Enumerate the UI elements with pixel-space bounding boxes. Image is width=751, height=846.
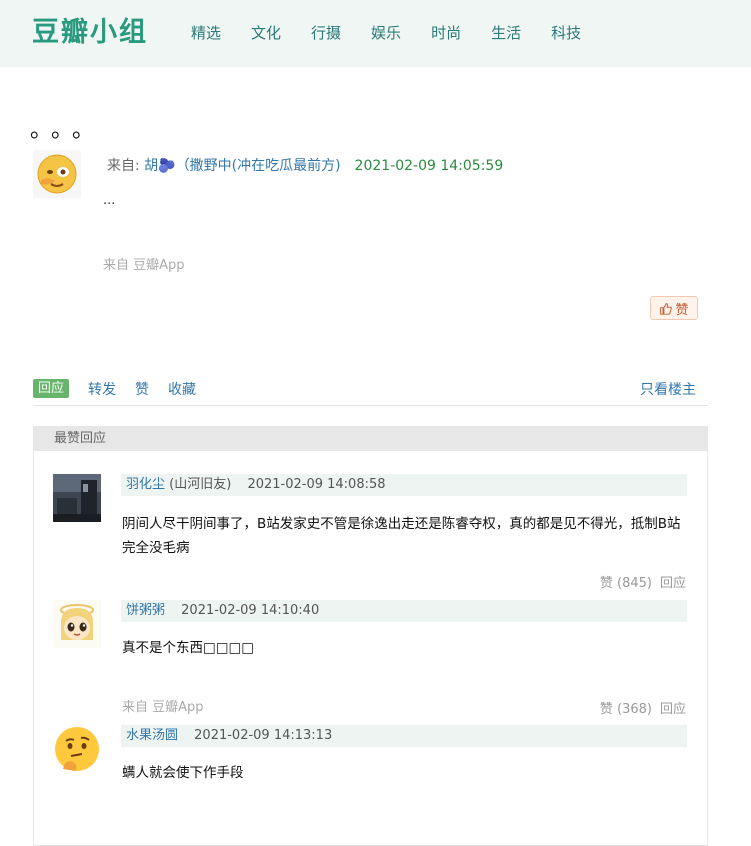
post-like-button[interactable]: 赞	[650, 296, 698, 320]
comment-like-button[interactable]: 赞 (368)	[600, 702, 652, 717]
comment-source: 来自 豆瓣App	[122, 700, 204, 715]
post-source: 来自 豆瓣App	[103, 258, 185, 273]
nav-item-selected[interactable]: 精选	[191, 22, 221, 43]
commenter-avatar[interactable]	[53, 600, 101, 648]
post-time: 2021-02-09 14:05:59	[354, 158, 504, 174]
thinking-emoji-avatar-icon	[53, 725, 101, 773]
commenter-location: (山河旧友)	[169, 477, 232, 492]
from-label: 来自:	[107, 158, 145, 174]
post-body: ...	[103, 193, 116, 208]
comment-footer: 赞 (368) 回应	[600, 698, 686, 717]
comment-meta: 羽化尘 (山河旧友) 2021-02-09 14:08:58	[121, 474, 687, 496]
photo-avatar-icon	[53, 474, 101, 522]
like-label: 赞	[675, 302, 689, 318]
reply-tab[interactable]: 回应	[33, 379, 70, 398]
top-comments-section: 最赞回应 羽化尘 (山河旧友) 2021-02-09 14:08:58 阴间人尽…	[33, 426, 708, 846]
comment-time: 2021-02-09 14:13:13	[194, 728, 333, 743]
comment-text: 真不是个东西□□□□	[122, 640, 255, 656]
main-nav: 精选 文化 行摄 娱乐 时尚 生活 科技	[191, 22, 611, 43]
op-only-link[interactable]: 只看楼主	[640, 379, 696, 399]
comment-meta: 饼粥粥 2021-02-09 14:10:40	[121, 600, 687, 622]
comment-text: 螨人就会使下作手段	[122, 765, 244, 781]
nav-item-travel[interactable]: 行摄	[311, 22, 341, 43]
thumbs-up-icon	[660, 302, 673, 315]
post-meta: 来自: 胡🫐（撒野中(冲在吃瓜最前方) 2021-02-09 14:05:59	[107, 155, 503, 175]
comment-meta: 水果汤圆 2021-02-09 14:13:13	[121, 725, 687, 747]
comment-like-button[interactable]: 赞 (845)	[600, 576, 652, 591]
nav-item-tech[interactable]: 科技	[551, 22, 581, 43]
post-title: 。。。	[30, 118, 105, 143]
emoji-avatar-icon	[33, 150, 81, 198]
comment-reply-button[interactable]: 回应	[660, 576, 686, 591]
collect-button[interactable]: 收藏	[168, 379, 196, 399]
top-bar: 豆瓣小组 精选 文化 行摄 娱乐 时尚 生活 科技	[0, 0, 751, 67]
nav-item-fashion[interactable]: 时尚	[431, 22, 461, 43]
like-action[interactable]: 赞	[135, 379, 149, 399]
cartoon-avatar-icon	[53, 600, 101, 648]
commenter-avatar[interactable]	[53, 474, 101, 522]
author-avatar[interactable]	[33, 150, 81, 198]
post-author-link[interactable]: 胡🫐（撒野中(冲在吃瓜最前方)	[144, 158, 340, 174]
comment-time: 2021-02-09 14:08:58	[247, 477, 386, 492]
nav-item-life[interactable]: 生活	[491, 22, 521, 43]
repost-button[interactable]: 转发	[88, 379, 116, 399]
post-action-bar: 回应 转发 赞 收藏 只看楼主	[33, 379, 708, 406]
commenter-name[interactable]: 水果汤圆	[126, 728, 178, 743]
nav-item-culture[interactable]: 文化	[251, 22, 281, 43]
comment-text: 阴间人尽干阴间事了，B站发家史不管是徐逸出走还是陈睿夺权，真的都是见不得光，抵制…	[122, 516, 681, 556]
commenter-name[interactable]: 羽化尘	[126, 477, 165, 492]
comment-footer: 赞 (845) 回应	[600, 572, 686, 591]
comment-reply-button[interactable]: 回应	[660, 702, 686, 717]
commenter-name[interactable]: 饼粥粥	[126, 603, 165, 618]
comment-time: 2021-02-09 14:10:40	[181, 603, 320, 618]
commenter-avatar[interactable]	[53, 725, 101, 773]
comments-header: 最赞回应	[34, 427, 707, 451]
site-logo[interactable]: 豆瓣小组	[32, 10, 148, 49]
nav-item-entertainment[interactable]: 娱乐	[371, 22, 401, 43]
